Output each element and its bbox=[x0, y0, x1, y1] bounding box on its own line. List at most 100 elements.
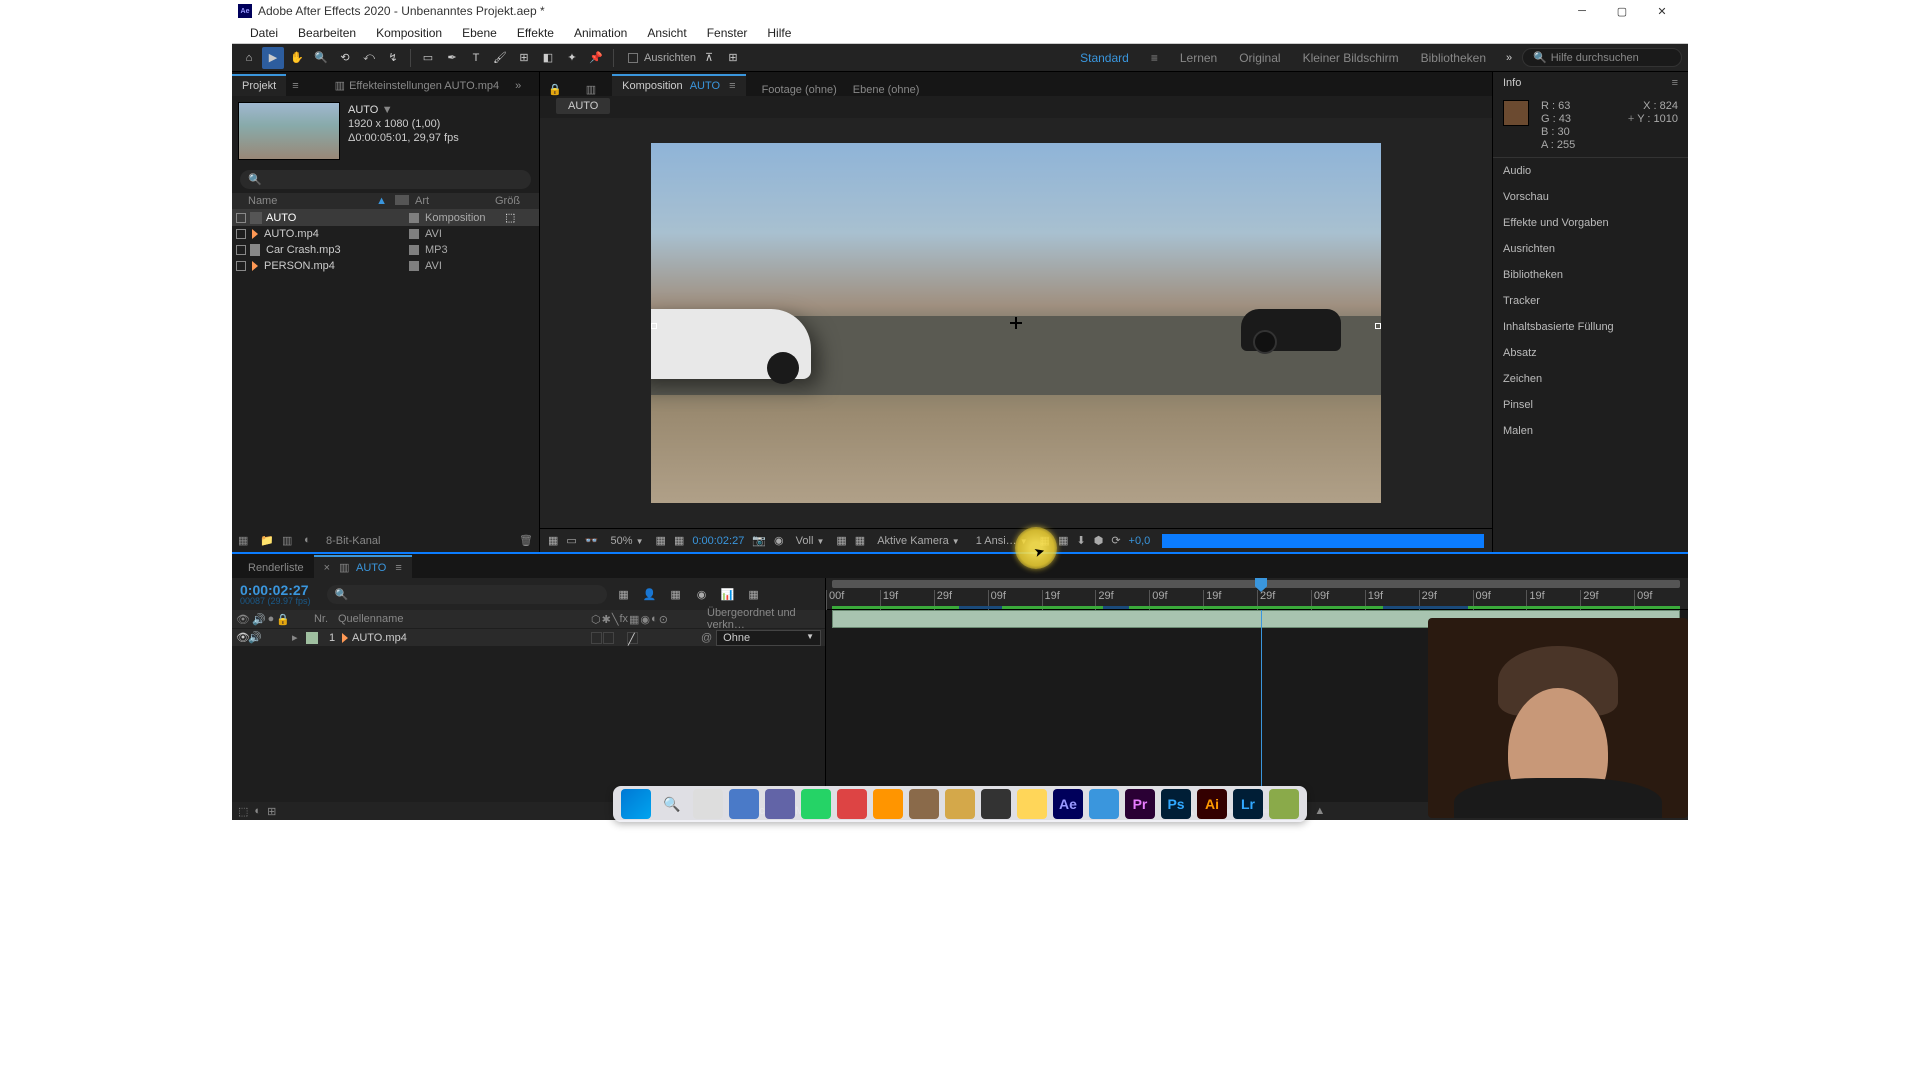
anchor-point-icon[interactable] bbox=[1010, 317, 1022, 329]
panel-ausrichten[interactable]: Ausrichten bbox=[1493, 236, 1688, 262]
layer-label-chip[interactable] bbox=[306, 632, 318, 644]
snap2-icon[interactable]: ⊞ bbox=[722, 47, 744, 69]
parent-dropdown[interactable]: Ohne ▼ bbox=[716, 630, 821, 646]
brain-icon[interactable]: ▦ bbox=[745, 588, 763, 601]
menu-animation[interactable]: Animation bbox=[564, 22, 637, 43]
zoom-dropdown[interactable]: 50% ▼ bbox=[607, 533, 648, 549]
res-icon[interactable]: ▦ bbox=[656, 534, 666, 547]
menu-komposition[interactable]: Komposition bbox=[366, 22, 452, 43]
project-item[interactable]: AUTOKomposition⬚ bbox=[232, 209, 539, 226]
taskbar-ai-icon[interactable]: Ai bbox=[1197, 789, 1227, 819]
taskbar-app1-icon[interactable] bbox=[729, 789, 759, 819]
flowchart-icon[interactable]: ⬢ bbox=[1094, 534, 1104, 547]
toggle-switches-icon[interactable]: ⬚ bbox=[238, 805, 248, 818]
col-lock-icon[interactable]: 🔒 bbox=[276, 613, 290, 626]
item-mark[interactable] bbox=[236, 213, 246, 223]
taskbar-explorer-icon[interactable] bbox=[1017, 789, 1047, 819]
zoom-in-icon[interactable]: ▲ bbox=[1314, 805, 1325, 817]
text-tool-icon[interactable]: T bbox=[465, 47, 487, 69]
show-channel-icon[interactable]: ◉ bbox=[774, 534, 784, 547]
layer-handle-left[interactable] bbox=[651, 323, 657, 329]
fast-preview-icon[interactable]: ▦ bbox=[1058, 534, 1068, 547]
label-chip[interactable] bbox=[409, 213, 419, 223]
menu-datei[interactable]: Datei bbox=[240, 22, 288, 43]
clone-tool-icon[interactable]: ⊞ bbox=[513, 47, 535, 69]
item-mark[interactable] bbox=[236, 229, 246, 239]
col-name[interactable]: Name bbox=[236, 195, 376, 207]
taskbar-app2-icon[interactable] bbox=[837, 789, 867, 819]
viewer-timecode[interactable]: 0:00:02:27 bbox=[692, 535, 744, 547]
project-item[interactable]: Car Crash.mp3MP3 bbox=[232, 242, 539, 258]
item-mark[interactable] bbox=[236, 245, 246, 255]
taskbar-search-icon[interactable]: 🔍 bbox=[657, 789, 687, 819]
workspace-kleiner[interactable]: Kleiner Bildschirm bbox=[1293, 47, 1409, 69]
col-nr[interactable]: Nr. bbox=[310, 613, 332, 625]
panel-menu-icon[interactable]: ≡ bbox=[1672, 77, 1678, 89]
col-source[interactable]: Quellenname bbox=[332, 613, 591, 625]
tab-renderlist[interactable]: Renderliste bbox=[238, 558, 314, 578]
eraser-tool-icon[interactable]: ◧ bbox=[537, 47, 559, 69]
taskbar-ae-icon[interactable]: Ae bbox=[1053, 789, 1083, 819]
brush-tool-icon[interactable]: 🖌 bbox=[489, 47, 511, 69]
panel-bibliotheken[interactable]: Bibliotheken bbox=[1493, 262, 1688, 288]
views-dropdown[interactable]: 1 Ansi… ▼ bbox=[972, 533, 1032, 549]
timeline-icon[interactable]: ⬇ bbox=[1076, 534, 1085, 547]
puppet-tool-icon[interactable]: 📌 bbox=[585, 47, 607, 69]
taskbar-app4-icon[interactable] bbox=[945, 789, 975, 819]
workspace-original[interactable]: Original bbox=[1229, 47, 1290, 69]
pickwhip-icon[interactable]: @ bbox=[701, 632, 712, 644]
help-search-input[interactable]: 🔍 Hilfe durchsuchen bbox=[1522, 48, 1682, 67]
panel-absatz[interactable]: Absatz bbox=[1493, 340, 1688, 366]
panel-malen[interactable]: Malen bbox=[1493, 418, 1688, 444]
breadcrumb[interactable]: AUTO bbox=[556, 98, 610, 114]
project-search-input[interactable]: 🔍 bbox=[240, 170, 531, 189]
menu-effekte[interactable]: Effekte bbox=[507, 22, 564, 43]
adjust-icon[interactable]: ◐ bbox=[304, 534, 318, 548]
sort-icon[interactable]: ▲ bbox=[376, 195, 387, 207]
taskbar-lr-icon[interactable]: Lr bbox=[1233, 789, 1263, 819]
comp-mini-icon[interactable]: ▦ bbox=[615, 588, 633, 601]
current-time-indicator[interactable] bbox=[1261, 610, 1262, 802]
rect-tool-icon[interactable]: ▭ bbox=[417, 47, 439, 69]
col-audio-icon[interactable]: 🔊 bbox=[252, 613, 266, 626]
channel-icon[interactable]: ▭ bbox=[566, 534, 576, 547]
taskbar-app5-icon[interactable] bbox=[1089, 789, 1119, 819]
interpret-icon[interactable]: ▦ bbox=[238, 534, 252, 548]
roi-icon[interactable]: ▦ bbox=[836, 534, 846, 547]
project-item[interactable]: PERSON.mp4AVI bbox=[232, 258, 539, 274]
col-size[interactable]: Größ bbox=[495, 195, 535, 207]
close-button[interactable]: ✕ bbox=[1642, 0, 1682, 22]
panel-inhaltsbasierte-füllung[interactable]: Inhaltsbasierte Füllung bbox=[1493, 314, 1688, 340]
taskbar-app3-icon[interactable] bbox=[909, 789, 939, 819]
snapshot-icon[interactable]: 📷 bbox=[752, 534, 766, 547]
taskbar-pr-icon[interactable]: Pr bbox=[1125, 789, 1155, 819]
menu-hilfe[interactable]: Hilfe bbox=[757, 22, 801, 43]
col-solo-icon[interactable]: ● bbox=[268, 613, 275, 625]
ucs-tool-icon[interactable]: ↯ bbox=[382, 47, 404, 69]
audio-toggle[interactable]: 🔊 bbox=[248, 631, 260, 644]
comp-icon[interactable]: ▥ bbox=[282, 534, 296, 548]
bit-depth-label[interactable]: 8-Bit-Kanal bbox=[326, 535, 380, 547]
label-chip[interactable] bbox=[409, 245, 419, 255]
workspace-lernen[interactable]: Lernen bbox=[1170, 47, 1227, 69]
taskbar-taskview-icon[interactable] bbox=[693, 789, 723, 819]
folder-icon[interactable]: 📁 bbox=[260, 534, 274, 548]
taskbar-teams-icon[interactable] bbox=[765, 789, 795, 819]
panel-zeichen[interactable]: Zeichen bbox=[1493, 366, 1688, 392]
tab-composition[interactable]: Komposition AUTO ≡ bbox=[612, 74, 745, 96]
zoom-tool-icon[interactable]: 🔍 bbox=[310, 47, 332, 69]
align-checkbox[interactable] bbox=[628, 53, 638, 63]
resolution-dropdown[interactable]: Voll ▼ bbox=[792, 533, 829, 549]
reset-exposure-icon[interactable]: ⟳ bbox=[1111, 534, 1120, 547]
pixel-aspect-icon[interactable]: ▦ bbox=[1040, 534, 1050, 547]
minimize-button[interactable]: ─ bbox=[1562, 0, 1602, 22]
layer-name[interactable]: AUTO.mp4 bbox=[342, 632, 591, 644]
taskbar-windows-icon[interactable] bbox=[621, 789, 651, 819]
workspace-bibliotheken[interactable]: Bibliotheken bbox=[1411, 47, 1496, 69]
workspace-overflow-icon[interactable]: » bbox=[1498, 47, 1520, 69]
camera-dropdown[interactable]: Aktive Kamera ▼ bbox=[873, 533, 964, 549]
roto-tool-icon[interactable]: ✦ bbox=[561, 47, 583, 69]
exposure-value[interactable]: +0,0 bbox=[1129, 535, 1151, 547]
panel-vorschau[interactable]: Vorschau bbox=[1493, 184, 1688, 210]
tab-project[interactable]: Projekt bbox=[232, 74, 286, 96]
